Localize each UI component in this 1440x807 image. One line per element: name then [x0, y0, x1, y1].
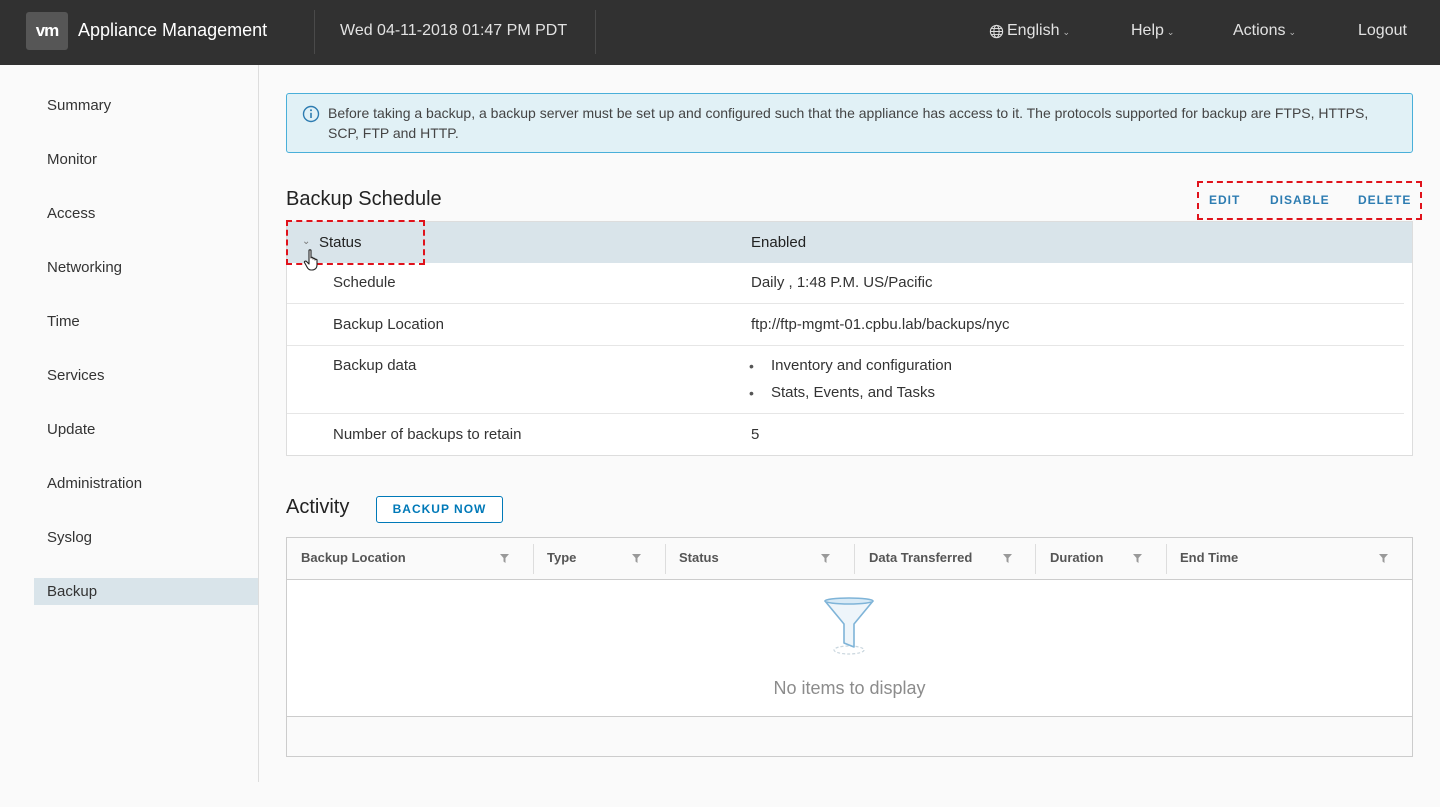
column-end-time[interactable]: End Time [1167, 538, 1412, 580]
schedule-label: Schedule [333, 274, 396, 291]
backup-schedule-title: Backup Schedule [286, 188, 442, 210]
vmware-logo[interactable]: vm [26, 12, 68, 50]
info-banner-text: Before taking a backup, a backup server … [328, 105, 1369, 141]
chevron-down-icon: ⌄ [1062, 26, 1071, 37]
app-title: Appliance Management [78, 20, 268, 40]
filter-icon[interactable] [1379, 554, 1388, 563]
filter-icon[interactable] [500, 554, 509, 563]
top-header: vm Appliance Management Wed 04-11-2018 0… [0, 0, 1440, 65]
activity-datagrid: Backup Location Type Status Data Transfe… [286, 537, 1413, 757]
disable-button[interactable]: DISABLE [1270, 193, 1330, 207]
actions-menu[interactable]: Actions ⌄ [1233, 22, 1296, 40]
bullet-icon: • [749, 358, 754, 374]
sidebar-nav: Summary Monitor Access Networking Time S… [0, 65, 259, 782]
actions-label: Actions [1233, 22, 1286, 39]
edit-button[interactable]: EDIT [1209, 193, 1240, 207]
backup-location-value: ftp://ftp-mgmt-01.cpbu.lab/backups/nyc [751, 316, 1010, 333]
logout-link[interactable]: Logout [1358, 22, 1407, 40]
filter-icon[interactable] [1133, 554, 1142, 563]
sidebar-item-summary[interactable]: Summary [34, 92, 258, 119]
sidebar-item-syslog[interactable]: Syslog [34, 524, 258, 551]
logout-label: Logout [1358, 22, 1407, 39]
row-divider [287, 345, 1404, 346]
status-label[interactable]: Status [319, 234, 362, 251]
sidebar-item-administration[interactable]: Administration [34, 470, 258, 497]
activity-title: Activity [286, 496, 350, 518]
backup-now-button[interactable]: BACKUP NOW [376, 496, 503, 523]
column-label: Duration [1050, 550, 1104, 565]
header-datetime: Wed 04-11-2018 01:47 PM PDT [340, 22, 568, 39]
chevron-down-icon: ⌄ [1288, 26, 1297, 37]
column-type[interactable]: Type [534, 538, 665, 580]
chevron-down-icon: ⌄ [1166, 26, 1175, 37]
status-value: Enabled [751, 234, 807, 251]
sidebar-item-update[interactable]: Update [34, 416, 258, 443]
column-label: Data Transferred [869, 550, 973, 565]
column-duration[interactable]: Duration [1036, 538, 1166, 580]
sidebar-item-monitor[interactable]: Monitor [34, 146, 258, 173]
column-backup-location[interactable]: Backup Location [287, 538, 533, 580]
backup-data-item: Stats, Events, and Tasks [771, 384, 935, 401]
column-label: Status [679, 550, 719, 565]
datagrid-header: Backup Location Type Status Data Transfe… [287, 538, 1412, 580]
sidebar-item-access[interactable]: Access [34, 200, 258, 227]
sidebar-item-time[interactable]: Time [34, 308, 258, 335]
language-label: English [1007, 22, 1060, 39]
schedule-value: Daily , 1:48 P.M. US/Pacific [751, 274, 933, 291]
bullet-icon: • [749, 385, 754, 401]
column-label: Backup Location [301, 550, 406, 565]
funnel-icon [824, 597, 874, 655]
status-row[interactable]: ⌄ Status Enabled [287, 222, 1412, 263]
retain-value: 5 [751, 426, 760, 443]
filter-icon[interactable] [632, 554, 641, 563]
empty-state-text: No items to display [773, 678, 926, 698]
info-banner: Before taking a backup, a backup server … [286, 93, 1413, 153]
filter-icon[interactable] [821, 554, 830, 563]
backup-location-label: Backup Location [333, 316, 444, 333]
sidebar-item-backup[interactable]: Backup [34, 578, 258, 605]
sidebar-item-networking[interactable]: Networking [34, 254, 258, 281]
column-status[interactable]: Status [666, 538, 854, 580]
backup-schedule-panel: ⌄ Status Enabled Schedule Daily , 1:48 P… [286, 221, 1413, 456]
info-icon [302, 105, 320, 123]
column-label: End Time [1180, 550, 1239, 565]
help-label: Help [1131, 22, 1164, 39]
backup-data-item: Inventory and configuration [771, 357, 952, 374]
help-menu[interactable]: Help ⌄ [1131, 22, 1174, 40]
retain-label: Number of backups to retain [333, 426, 522, 443]
column-label: Type [547, 550, 577, 565]
filter-icon[interactable] [1003, 554, 1012, 563]
header-divider [595, 10, 596, 54]
header-divider [314, 10, 315, 54]
hand-cursor-icon [303, 249, 318, 271]
row-divider [287, 413, 1404, 414]
language-menu[interactable]: English ⌄ [989, 22, 1070, 40]
sidebar-item-services[interactable]: Services [34, 362, 258, 389]
chevron-down-icon[interactable]: ⌄ [302, 236, 310, 247]
column-data-transferred[interactable]: Data Transferred [855, 538, 1035, 580]
backup-data-label: Backup data [333, 357, 417, 374]
globe-icon [989, 24, 1004, 38]
delete-button[interactable]: DELETE [1358, 193, 1411, 207]
datagrid-footer [287, 716, 1412, 756]
row-divider [287, 303, 1404, 304]
